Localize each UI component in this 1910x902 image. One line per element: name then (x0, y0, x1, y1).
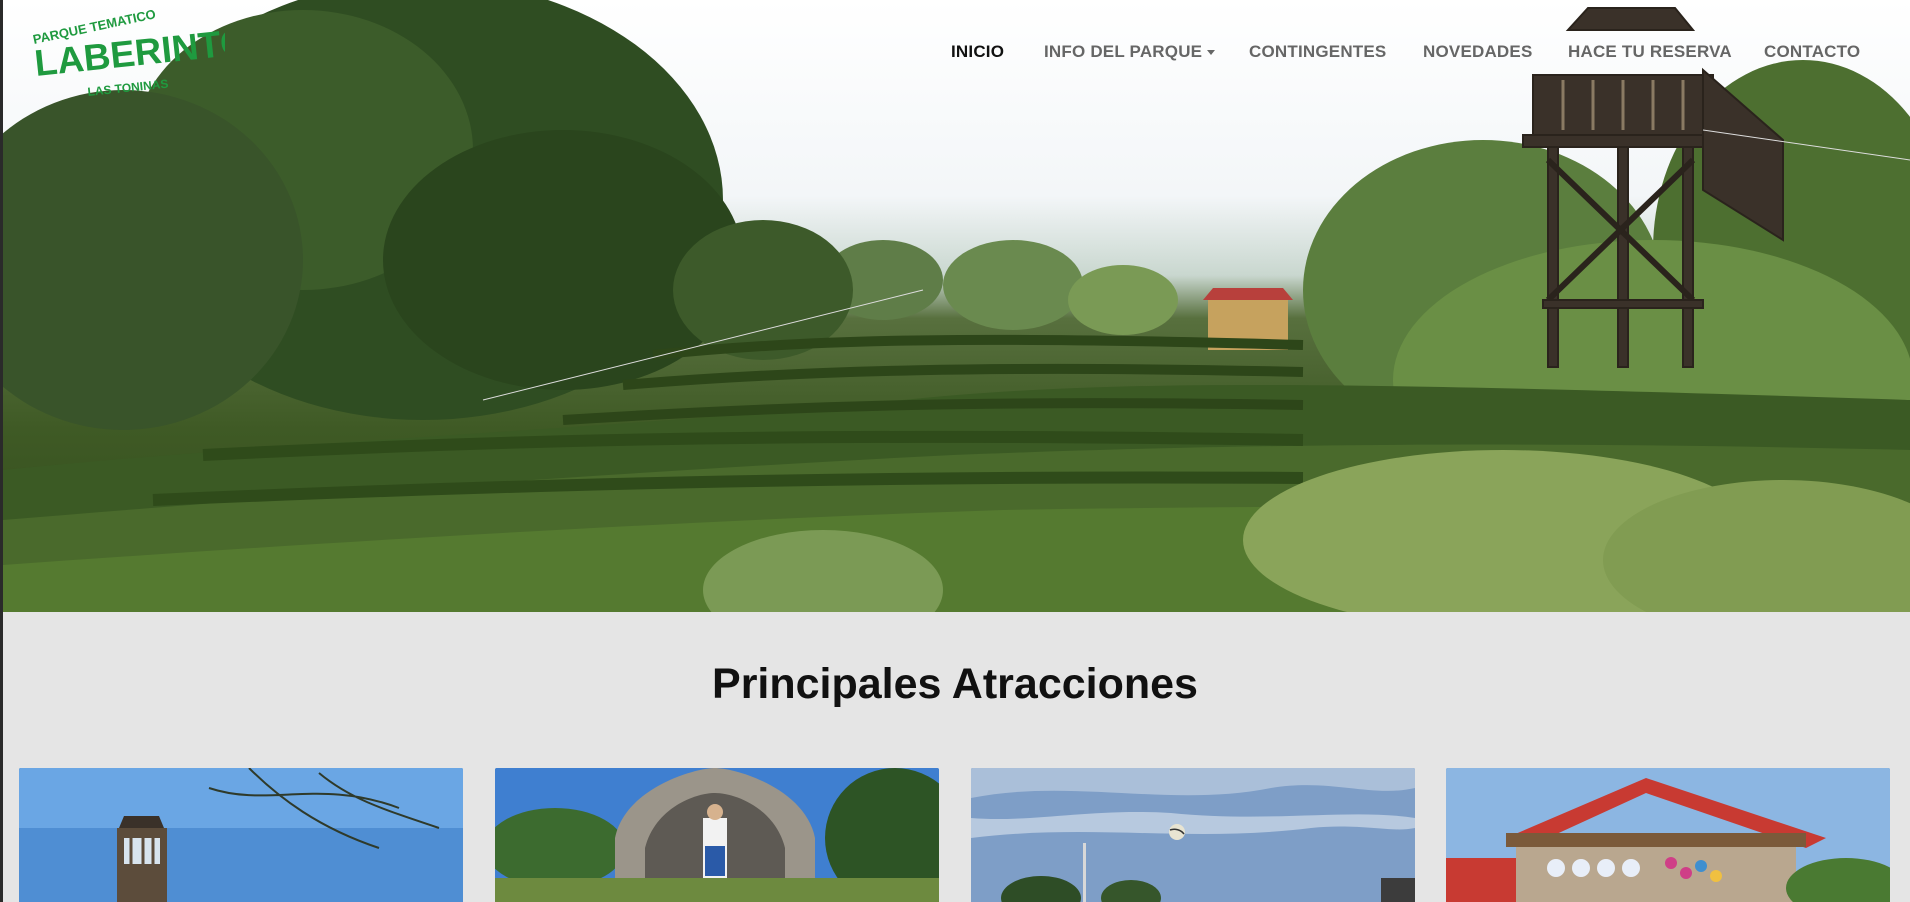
attraction-card[interactable] (19, 768, 463, 902)
attraction-card[interactable] (1446, 768, 1890, 902)
grotto-photo (495, 768, 939, 902)
svg-text:LAS TONINAS: LAS TONINAS (87, 77, 169, 99)
hero-banner (3, 0, 1910, 612)
attraction-card[interactable] (495, 768, 939, 902)
nav-item-novedades[interactable]: NOVEDADES (1423, 42, 1533, 62)
nav-item-inicio[interactable]: INICIO (951, 42, 1004, 62)
attraction-card[interactable] (971, 768, 1415, 902)
nav-item-reserva[interactable]: HACE TU RESERVA (1568, 42, 1732, 62)
nav-item-label: INFO DEL PARQUE (1044, 42, 1203, 61)
section-title: Principales Atracciones (712, 660, 1198, 708)
nav-item-contingentes[interactable]: CONTINGENTES (1249, 42, 1386, 62)
nav-item-info-del-parque[interactable]: INFO DEL PARQUE (1044, 42, 1216, 62)
sky-ball-photo (971, 768, 1415, 902)
stall-photo (1446, 768, 1890, 902)
nav-item-contacto[interactable]: CONTACTO (1764, 42, 1860, 62)
main-nav: INICIO INFO DEL PARQUE CONTINGENTES NOVE… (0, 42, 1910, 66)
tower-photo (19, 768, 463, 902)
window-edge (0, 0, 3, 902)
hero-image (3, 0, 1910, 612)
chevron-down-icon (1207, 50, 1216, 56)
